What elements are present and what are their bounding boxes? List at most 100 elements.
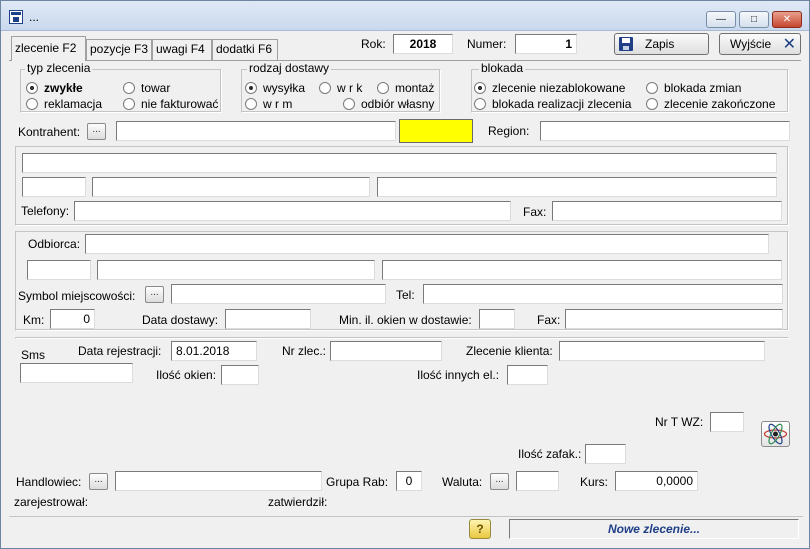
odbiorca-fax-label: Fax: bbox=[537, 313, 561, 327]
address-fax-field[interactable] bbox=[552, 201, 782, 221]
tab-dodatki[interactable]: dodatki F6 bbox=[212, 39, 278, 60]
radio-indicator bbox=[646, 82, 658, 94]
floppy-disk-icon bbox=[619, 37, 633, 51]
close-x-icon: ✕ bbox=[782, 36, 796, 53]
tab-uwagi[interactable]: uwagi F4 bbox=[152, 39, 212, 60]
tab-divider bbox=[9, 60, 801, 61]
kontrahent-label: Kontrahent: bbox=[18, 125, 81, 139]
maximize-button[interactable]: □ bbox=[739, 11, 769, 28]
zlecenie-klienta-field[interactable] bbox=[559, 341, 765, 361]
radio-wysylka[interactable]: wysyłka bbox=[245, 81, 305, 95]
radio-label: zlecenie niezablokowane bbox=[492, 81, 626, 95]
waluta-field[interactable] bbox=[516, 471, 559, 491]
ilosc-innych-field[interactable] bbox=[507, 365, 548, 385]
min-okien-field[interactable] bbox=[479, 309, 515, 329]
sms-field[interactable] bbox=[20, 363, 133, 383]
nr-twz-field[interactable] bbox=[710, 412, 744, 432]
save-button[interactable]: Zapis bbox=[614, 33, 709, 55]
radio-wrm[interactable]: w r m bbox=[245, 97, 292, 111]
radio-niezablokowane[interactable]: zlecenie niezablokowane bbox=[474, 81, 625, 95]
symbol-field[interactable] bbox=[171, 284, 386, 304]
radio-towar[interactable]: towar bbox=[123, 81, 170, 95]
radio-blokada-realizacji[interactable]: blokada realizacji zlecenia bbox=[474, 97, 631, 111]
kontrahent-field[interactable] bbox=[116, 121, 396, 141]
radio-indicator bbox=[26, 98, 38, 110]
odbiorca-street-field[interactable] bbox=[382, 260, 782, 280]
handlowiec-browse-button[interactable]: ... bbox=[89, 473, 108, 490]
tab-zlecenie[interactable]: zlecenie F2 bbox=[11, 36, 86, 61]
kurs-field[interactable]: 0,0000 bbox=[615, 471, 698, 491]
order-window: ... — □ ✕ zlecenie F2 pozycje F3 uwagi F… bbox=[0, 0, 810, 549]
address-fax-label: Fax: bbox=[523, 205, 547, 219]
address-city-field[interactable] bbox=[92, 177, 370, 197]
rok-label: Rok: bbox=[361, 37, 386, 51]
help-button[interactable]: ? bbox=[469, 519, 491, 539]
close-window-button[interactable]: ✕ bbox=[772, 11, 802, 28]
rodzaj-dostawy-title: rodzaj dostawy bbox=[247, 61, 332, 75]
nr-zlec-label: Nr zlec.: bbox=[282, 344, 327, 358]
handlowiec-field[interactable] bbox=[115, 471, 322, 491]
km-field[interactable]: 0 bbox=[50, 309, 95, 329]
radio-blokada-zmian[interactable]: blokada zmian bbox=[646, 81, 741, 95]
exit-label: Wyjście bbox=[730, 37, 772, 51]
odbiorca-label: Odbiorca: bbox=[28, 237, 81, 251]
radio-montaz[interactable]: montaż bbox=[377, 81, 434, 95]
atom-icon bbox=[763, 423, 788, 445]
kontrahent-code-field[interactable] bbox=[399, 119, 473, 143]
rok-field[interactable]: 2018 bbox=[393, 34, 453, 54]
tel-field[interactable] bbox=[423, 284, 783, 304]
radio-label: montaż bbox=[395, 81, 435, 95]
radio-nie-fakturowac[interactable]: nie fakturować bbox=[123, 97, 218, 111]
grupa-rab-field[interactable]: 0 bbox=[396, 471, 422, 491]
waluta-browse-button[interactable]: ... bbox=[490, 473, 509, 490]
app-form-icon bbox=[9, 10, 23, 24]
radio-label: nie fakturować bbox=[141, 97, 219, 111]
radio-indicator bbox=[26, 82, 38, 94]
data-dostawy-field[interactable] bbox=[225, 309, 311, 329]
zatwierdzil-label: zatwierdził: bbox=[268, 495, 328, 509]
ilosc-zafak-field[interactable] bbox=[585, 444, 626, 464]
ilosc-okien-field[interactable] bbox=[221, 365, 259, 385]
radio-odbior-wlasny[interactable]: odbiór własny bbox=[343, 97, 434, 111]
radio-indicator bbox=[343, 98, 355, 110]
radio-reklamacja[interactable]: reklamacja bbox=[26, 97, 102, 111]
data-dostawy-label: Data dostawy: bbox=[142, 313, 219, 327]
radio-zakonczone[interactable]: zlecenie zakończone bbox=[646, 97, 775, 111]
numer-field[interactable]: 1 bbox=[515, 34, 577, 54]
data-rejestracji-field[interactable]: 8.01.2018 bbox=[171, 341, 257, 361]
odbiorca-postcode-field[interactable] bbox=[27, 260, 91, 280]
odbiorca-city-field[interactable] bbox=[97, 260, 375, 280]
region-field[interactable] bbox=[540, 121, 790, 141]
radio-label: w r m bbox=[263, 97, 293, 111]
region-label: Region: bbox=[488, 124, 530, 138]
kontrahent-browse-button[interactable]: ... bbox=[87, 123, 106, 140]
exit-button[interactable]: Wyjście ✕ bbox=[719, 33, 801, 55]
address-postcode-field[interactable] bbox=[22, 177, 86, 197]
waluta-label: Waluta: bbox=[442, 475, 483, 489]
radio-wrk[interactable]: w r k bbox=[319, 81, 362, 95]
odbiorca-fax-field[interactable] bbox=[565, 309, 783, 329]
numer-label: Numer: bbox=[467, 37, 507, 51]
typ-zlecenia-title: typ zlecenia bbox=[25, 61, 93, 75]
radio-indicator bbox=[646, 98, 658, 110]
radio-label: zlecenie zakończone bbox=[664, 97, 776, 111]
atom-button[interactable] bbox=[761, 421, 790, 447]
nr-zlec-field[interactable] bbox=[330, 341, 442, 361]
zarejestrowal-label: zarejestrował: bbox=[14, 495, 89, 509]
radio-label: blokada zmian bbox=[664, 81, 742, 95]
address-name-field[interactable] bbox=[22, 153, 777, 173]
tab-pozycje[interactable]: pozycje F3 bbox=[86, 39, 152, 60]
tel-label: Tel: bbox=[396, 288, 415, 302]
telefony-field[interactable] bbox=[74, 201, 511, 221]
radio-indicator bbox=[123, 98, 135, 110]
address-street-field[interactable] bbox=[377, 177, 777, 197]
radio-indicator bbox=[319, 82, 331, 94]
data-rejestracji-label: Data rejestracji: bbox=[78, 344, 162, 358]
radio-zwykle[interactable]: zwykłe bbox=[26, 81, 83, 95]
odbiorca-field[interactable] bbox=[85, 234, 769, 254]
minimize-button[interactable]: — bbox=[706, 11, 736, 28]
grupa-rab-label: Grupa Rab: bbox=[326, 475, 389, 489]
symbol-browse-button[interactable]: ... bbox=[145, 286, 164, 303]
ilosc-innych-label: Ilość innych el.: bbox=[417, 368, 500, 382]
radio-indicator bbox=[474, 82, 486, 94]
